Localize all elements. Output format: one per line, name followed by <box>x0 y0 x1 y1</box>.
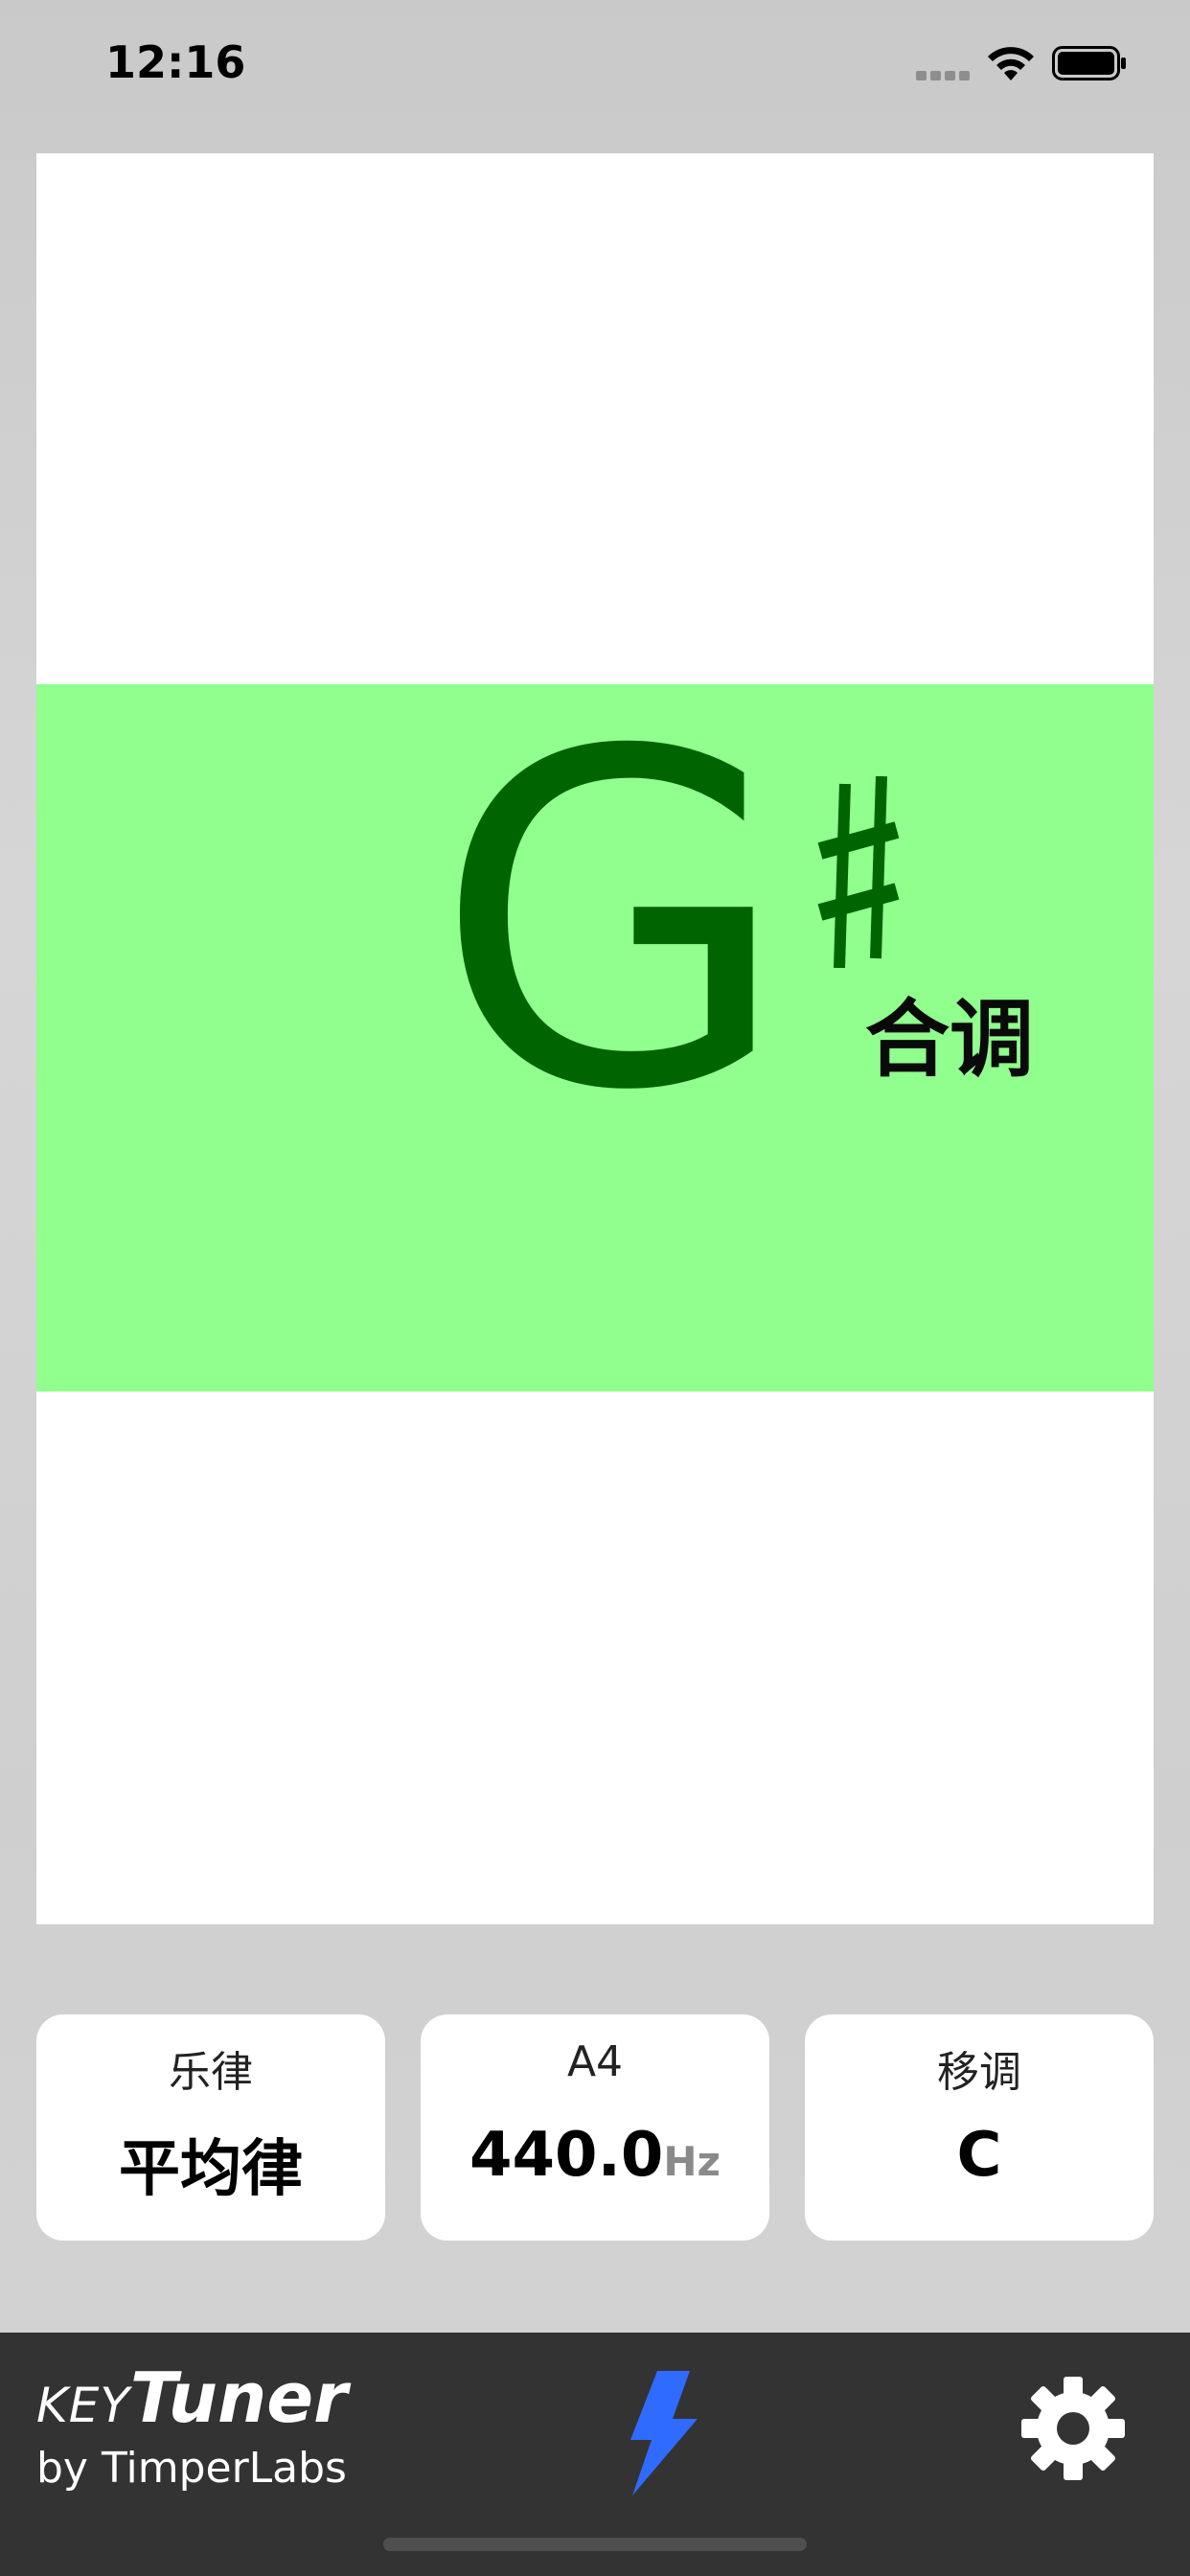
logo-key-text: KEY <box>36 2378 130 2433</box>
status-bar: 12:16 <box>0 0 1190 134</box>
wifi-icon <box>988 47 1034 80</box>
key-suffix: 合调 <box>865 990 1035 1089</box>
transpose-button[interactable]: 移调 C <box>805 2014 1154 2241</box>
temperament-label: 乐律 <box>169 2048 253 2097</box>
reference-pitch-button[interactable]: A4 440.0Hz <box>421 2014 769 2241</box>
battery-icon <box>1052 46 1126 80</box>
logo-byline: by TimperLabs <box>36 2444 347 2493</box>
reference-pitch-value-group: 440.0Hz <box>421 2120 769 2191</box>
transpose-value: C <box>956 2120 1002 2191</box>
app-logo: KEYTuner <box>36 2358 348 2438</box>
transpose-label: 移调 <box>937 2048 1021 2097</box>
note-letter: G <box>434 656 790 1191</box>
reference-pitch-unit: Hz <box>663 2138 721 2185</box>
tuner-display: G 合调 <box>36 153 1154 1924</box>
sharp-icon <box>817 776 900 968</box>
key-band: G 合调 <box>36 684 1154 1392</box>
home-indicator[interactable] <box>383 2538 807 2551</box>
reference-pitch-label: A4 <box>566 2037 624 2086</box>
status-time: 12:16 <box>105 36 246 88</box>
logo-tuner-text: Tuner <box>129 2358 348 2438</box>
reference-pitch-value: 440.0 <box>469 2120 664 2191</box>
gear-icon[interactable] <box>1019 2375 1127 2482</box>
temperament-button[interactable]: 乐律 平均律 <box>36 2014 385 2241</box>
lightning-bolt-icon[interactable] <box>623 2371 699 2496</box>
cellular-signal-icon <box>916 71 972 82</box>
temperament-value: 平均律 <box>119 2134 303 2205</box>
